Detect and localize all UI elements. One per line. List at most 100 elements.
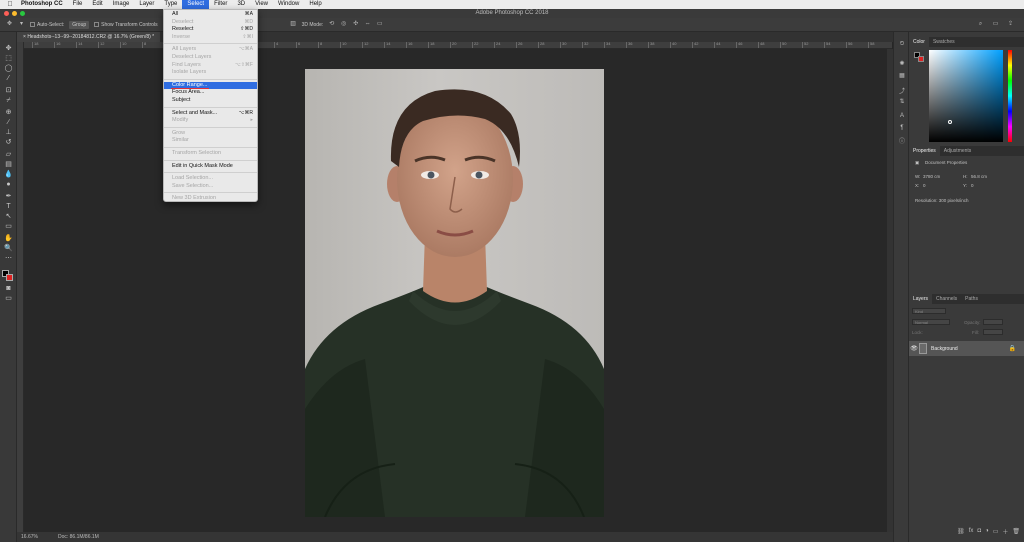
background-color-swatch[interactable] bbox=[6, 274, 13, 281]
zoom-level[interactable]: 16.67% bbox=[21, 532, 38, 542]
gradient-tool-icon[interactable]: ▤ bbox=[3, 160, 14, 169]
stamp-tool-icon[interactable]: ⊥ bbox=[3, 128, 14, 137]
menu-item-new-3d-extrusion[interactable]: New 3D Extrusion bbox=[164, 195, 257, 202]
menu-app-name[interactable]: Photoshop CC bbox=[16, 0, 68, 9]
menu-3d[interactable]: 3D bbox=[232, 0, 250, 9]
library-icon[interactable]: ▦ bbox=[898, 72, 906, 80]
clone-source-icon[interactable]: ⇅ bbox=[898, 98, 906, 106]
eraser-tool-icon[interactable]: ▱ bbox=[3, 150, 14, 159]
pen-tool-icon[interactable]: ✒ bbox=[3, 192, 14, 201]
tab-adjustments[interactable]: Adjustments bbox=[940, 146, 976, 156]
character-icon[interactable]: A bbox=[898, 112, 906, 120]
more-tools-icon[interactable]: ⋯ bbox=[3, 254, 14, 263]
paragraph-icon[interactable]: ¶ bbox=[898, 124, 906, 132]
menu-item-inverse[interactable]: Inverse ⇧⌘I bbox=[164, 34, 257, 41]
layer-name[interactable]: Background bbox=[931, 346, 958, 352]
3d-scale-icon[interactable]: ▭ bbox=[376, 21, 383, 28]
quick-mask-icon[interactable]: ◙ bbox=[3, 284, 14, 293]
info-icon[interactable]: ⓘ bbox=[898, 138, 906, 146]
auto-select-dropdown[interactable]: Group bbox=[69, 20, 90, 29]
color-picker-cursor[interactable] bbox=[948, 120, 952, 124]
tab-channels[interactable]: Channels bbox=[932, 294, 961, 304]
document-image[interactable] bbox=[305, 69, 604, 517]
link-layers-icon[interactable]: ⛓ bbox=[957, 528, 965, 535]
search-icon[interactable]: ⌕ bbox=[977, 21, 984, 28]
menu-item-edit-in-quick-mask-mode[interactable]: Edit in Quick Mask Mode bbox=[164, 163, 257, 170]
workspace-icon[interactable]: ▭ bbox=[992, 21, 999, 28]
tab-swatches[interactable]: Swatches bbox=[929, 37, 959, 47]
show-transform-checkbox[interactable]: Show Transform Controls bbox=[94, 22, 158, 28]
menu-item-find-layers[interactable]: Find Layers ⌥⇧⌘F bbox=[164, 62, 257, 69]
add-mask-icon[interactable]: ◘ bbox=[977, 528, 981, 534]
layer-row-background[interactable]: 👁 Background 🔒 bbox=[909, 341, 1024, 356]
tab-properties[interactable]: Properties bbox=[909, 146, 940, 156]
vertical-ruler[interactable] bbox=[17, 42, 24, 532]
menu-item-similar[interactable]: Similar bbox=[164, 137, 257, 144]
history-brush-icon[interactable]: ↺ bbox=[3, 138, 14, 147]
tab-color[interactable]: Color bbox=[909, 37, 929, 47]
menu-item-all[interactable]: All ⌘A bbox=[164, 11, 257, 18]
blur-tool-icon[interactable]: 💧 bbox=[3, 170, 14, 179]
3d-rotate-icon[interactable]: ⟲ bbox=[328, 21, 335, 28]
shape-tool-icon[interactable]: ▭ bbox=[3, 222, 14, 231]
fill-field[interactable] bbox=[983, 329, 1003, 335]
layer-filter-dropdown[interactable]: Kind bbox=[912, 308, 946, 314]
menu-item-deselect[interactable]: Deselect ⌘D bbox=[164, 19, 257, 26]
minimize-window-button[interactable] bbox=[12, 11, 17, 16]
doc-info[interactable]: Doc: 86.1M/86.1M bbox=[58, 532, 99, 542]
quick-select-tool-icon[interactable]: ⁄ bbox=[3, 74, 14, 83]
tab-paths[interactable]: Paths bbox=[961, 294, 982, 304]
adjustment-layer-icon[interactable]: ◑ bbox=[985, 528, 989, 534]
document-tab[interactable]: × Headshots--13--99--20184812.CR2 @ 16.7… bbox=[17, 32, 161, 42]
lock-icon[interactable]: 🔒 bbox=[1009, 345, 1024, 352]
y-value[interactable]: 0 bbox=[971, 183, 974, 188]
menu-image[interactable]: Image bbox=[108, 0, 135, 9]
x-value[interactable]: 0 bbox=[923, 183, 926, 188]
menu-item-reselect[interactable]: Reselect ⇧⌘D bbox=[164, 26, 257, 33]
3d-pan-icon[interactable]: ✣ bbox=[352, 21, 359, 28]
menu-item-deselect-layers[interactable]: Deselect Layers bbox=[164, 54, 257, 61]
chevron-down-icon[interactable]: ▾ bbox=[18, 21, 25, 28]
screen-mode-icon[interactable]: ▭ bbox=[3, 294, 14, 303]
menu-file[interactable]: File bbox=[68, 0, 88, 9]
healing-tool-icon[interactable]: ⊕ bbox=[3, 108, 14, 117]
dodge-tool-icon[interactable]: ● bbox=[3, 180, 14, 189]
menu-item-isolate-layers[interactable]: Isolate Layers bbox=[164, 69, 257, 76]
menu-item-focus-area[interactable]: Focus Area... bbox=[164, 89, 257, 96]
menu-item-grow[interactable]: Grow bbox=[164, 130, 257, 137]
3d-roll-icon[interactable]: ◎ bbox=[340, 21, 347, 28]
type-tool-icon[interactable]: T bbox=[3, 202, 14, 211]
horizontal-ruler[interactable]: 1816141210864202468101214161820222426283… bbox=[24, 42, 892, 49]
lasso-tool-icon[interactable]: ◯ bbox=[3, 64, 14, 73]
auto-select-checkbox[interactable]: Auto-Select: bbox=[30, 22, 64, 28]
menu-item-modify[interactable]: Modify ▸ bbox=[164, 117, 257, 124]
trash-icon[interactable]: 🗑 bbox=[1012, 528, 1020, 535]
hue-slider[interactable] bbox=[1008, 50, 1012, 142]
path-select-tool-icon[interactable]: ↖ bbox=[3, 212, 14, 221]
marquee-tool-icon[interactable]: ⬚ bbox=[3, 54, 14, 63]
menu-type[interactable]: Type bbox=[159, 0, 182, 9]
menu-view[interactable]: View bbox=[250, 0, 273, 9]
move-tool-icon[interactable]: ✥ bbox=[3, 44, 14, 53]
menu-filter[interactable]: Filter bbox=[209, 0, 232, 9]
move-tool-icon[interactable]: ✥ bbox=[6, 21, 13, 28]
menu-help[interactable]: Help bbox=[304, 0, 326, 9]
close-window-button[interactable] bbox=[4, 11, 9, 16]
blend-mode-dropdown[interactable]: Normal bbox=[912, 319, 950, 325]
tab-layers[interactable]: Layers bbox=[909, 294, 933, 304]
color-picker-field[interactable] bbox=[929, 50, 1003, 142]
brush-tool-icon[interactable]: ∕ bbox=[3, 118, 14, 127]
apple-icon[interactable]:  bbox=[4, 1, 16, 8]
hand-tool-icon[interactable]: ✋ bbox=[3, 234, 14, 243]
crop-tool-icon[interactable]: ⊡ bbox=[3, 86, 14, 95]
share-icon[interactable]: ⇪ bbox=[1007, 21, 1014, 28]
group-icon[interactable]: ▭ bbox=[993, 528, 999, 535]
menu-item-transform-selection[interactable]: Transform Selection bbox=[164, 150, 257, 157]
width-value[interactable]: 3780 cm bbox=[923, 174, 940, 179]
new-layer-icon[interactable]: ＋ bbox=[1002, 527, 1008, 536]
menu-item-subject[interactable]: Subject bbox=[164, 97, 257, 104]
menu-item-save-selection[interactable]: Save Selection... bbox=[164, 183, 257, 190]
distribute-icon[interactable]: ▥ bbox=[290, 21, 297, 28]
3d-slide-icon[interactable]: ⇔ bbox=[364, 21, 371, 28]
opacity-field[interactable] bbox=[983, 319, 1003, 325]
